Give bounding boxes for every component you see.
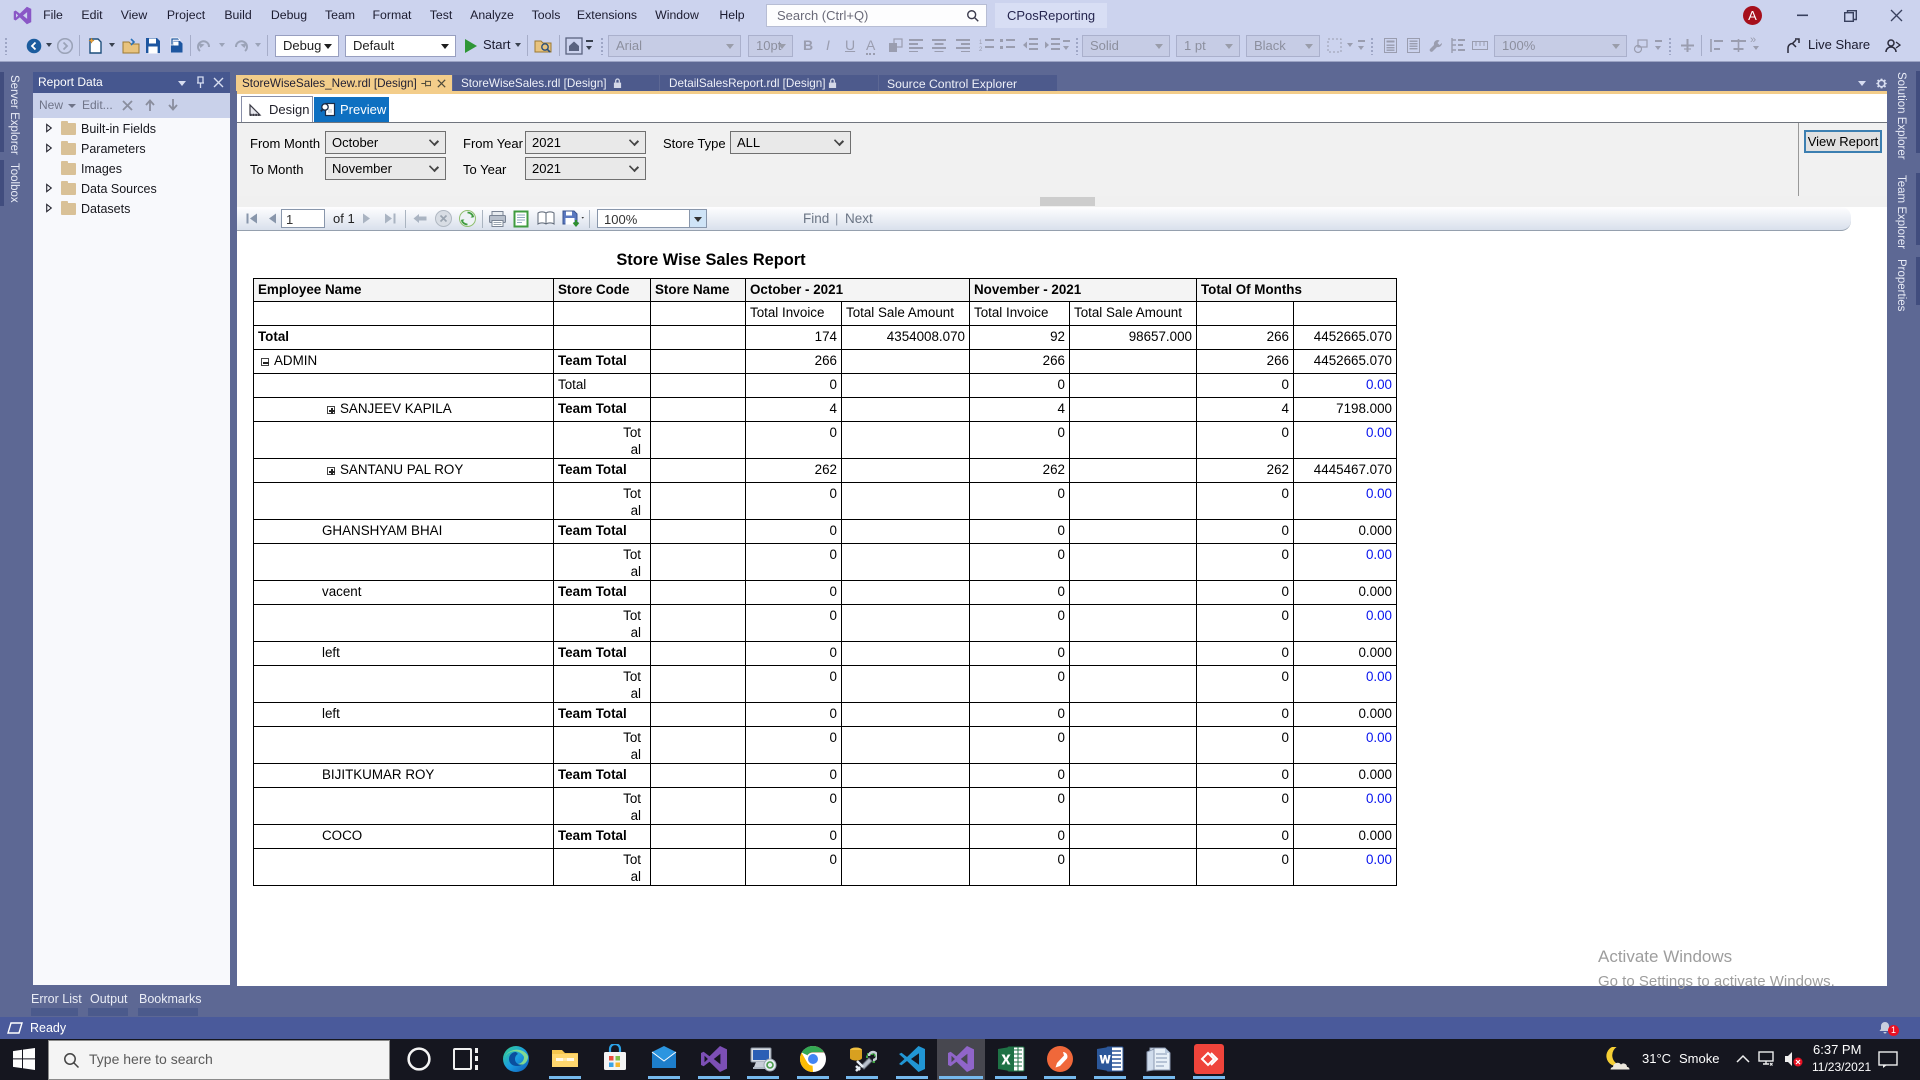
svg-text:1: 1 [979,40,983,46]
svg-text:2: 2 [979,47,983,53]
